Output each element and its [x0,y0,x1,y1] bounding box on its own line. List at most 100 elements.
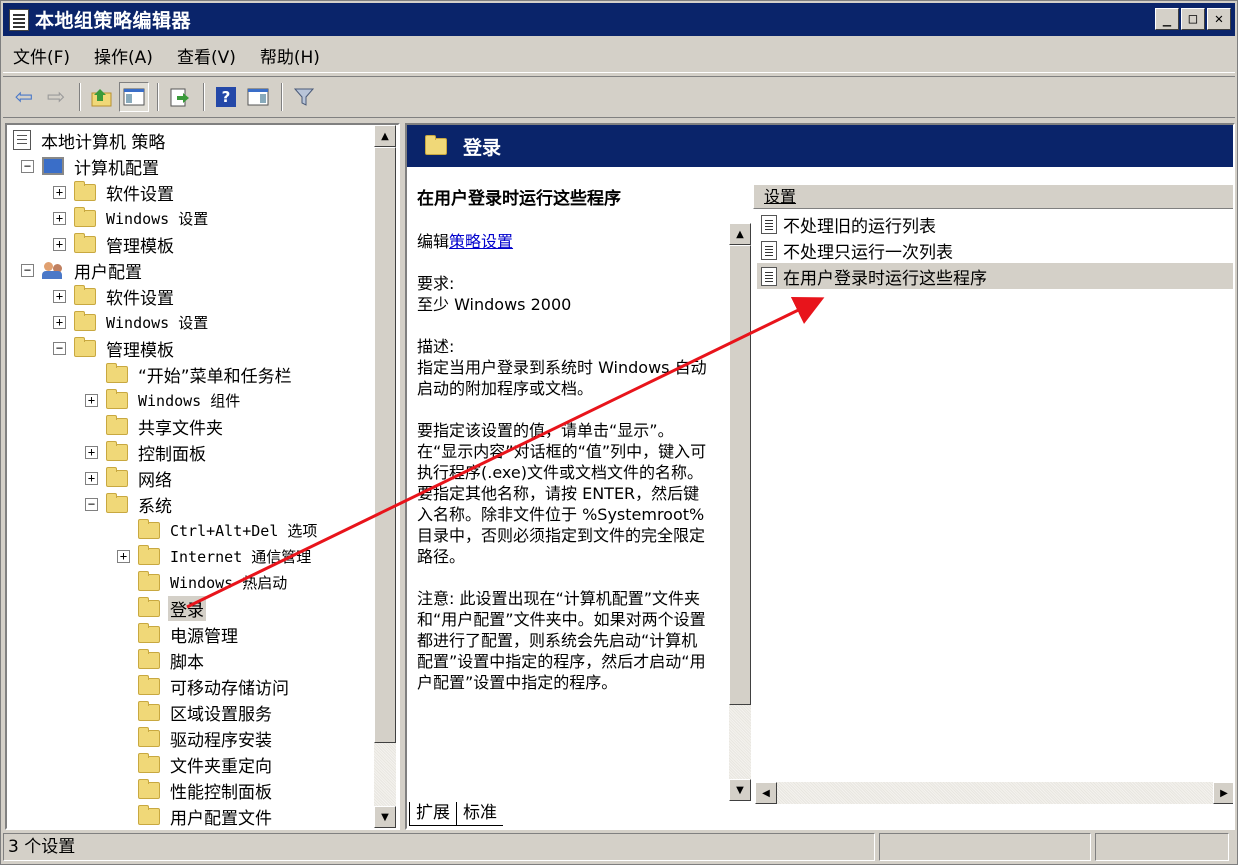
tree-node-user-config[interactable]: − 用户配置 [7,257,375,283]
toolbar: ⇦ ⇨ ? [3,76,1235,118]
folder-icon [138,700,160,721]
tree-node-user-profiles[interactable]: 用户配置文件 [7,803,375,828]
settings-list[interactable]: 设置 不处理旧的运行列表 不处理只运行一次列表 在用户登录时运行这些程序 ◀ ▶ [753,181,1233,804]
maximize-button[interactable]: □ [1181,8,1205,30]
list-horizontal-scrollbar[interactable]: ◀ ▶ [755,782,1233,804]
tree-node-cc-windows[interactable]: + Windows 设置 [7,205,375,231]
tree-node-cc-admin[interactable]: + 管理模板 [7,231,375,257]
tree-node-shared-folders[interactable]: 共享文件夹 [7,413,375,439]
folder-icon [138,570,160,591]
tree-node-uc-windows[interactable]: + Windows 设置 [7,309,375,335]
up-one-level-button[interactable] [87,82,117,112]
setting-row[interactable]: 不处理只运行一次列表 [757,237,1233,263]
tree-node-start-menu[interactable]: “开始”菜单和任务栏 [7,361,375,387]
console-tree[interactable]: 本地计算机 策略 − 计算机配置 + 软件设置 + Windows 设置 + 管… [5,123,400,830]
tree-node-driver-install[interactable]: 驱动程序安装 [7,725,375,751]
tab-standard[interactable]: 标准 [457,802,503,826]
requirements-text: 要求: 至少 Windows 2000 [417,274,572,314]
tree-node-computer-config[interactable]: − 计算机配置 [7,153,375,179]
close-button[interactable]: ✕ [1207,8,1231,30]
edit-prefix: 编辑 [417,232,450,251]
tab-extended[interactable]: 扩展 [409,802,457,826]
help-button[interactable]: ? [211,82,241,112]
folder-icon [106,466,128,487]
forward-button[interactable]: ⇨ [41,82,71,112]
setting-row-selected[interactable]: 在用户登录时运行这些程序 [757,263,1233,289]
tree-node-root[interactable]: 本地计算机 策略 [7,127,375,153]
tree-node-windows-hotstart[interactable]: Windows 热启动 [7,569,375,595]
policy-settings-link[interactable]: 策略设置 [449,232,513,251]
expand-toggle[interactable]: + [85,471,98,485]
folder-icon [138,804,160,825]
menu-bar: 文件(F) 操作(A) 查看(V) 帮助(H) [3,39,1235,73]
expand-toggle[interactable]: + [53,289,66,303]
scroll-up-button[interactable]: ▲ [374,125,396,147]
folder-icon [106,414,128,435]
setting-name: 在用户登录时运行这些程序 [783,268,987,289]
tree-node-system[interactable]: − 系统 [7,491,375,517]
scroll-right-button[interactable]: ▶ [1213,782,1233,804]
collapse-toggle[interactable]: − [85,497,98,511]
folder-icon [106,388,128,409]
tree-node-network[interactable]: + 网络 [7,465,375,491]
tree-node-power[interactable]: 电源管理 [7,621,375,647]
tree-node-removable-storage[interactable]: 可移动存储访问 [7,673,375,699]
expand-toggle[interactable]: + [53,185,66,199]
minimize-button[interactable]: _ [1155,8,1179,30]
title-bar[interactable]: 本地组策略编辑器 _ □ ✕ [3,3,1235,36]
toolbar-separator [281,83,283,111]
tree-label: 区域设置服务 [170,704,272,725]
setting-row[interactable]: 不处理旧的运行列表 [757,211,1233,237]
scroll-thumb[interactable] [729,245,751,705]
scroll-down-button[interactable]: ▼ [729,779,751,801]
description-scrollbar[interactable]: ▲ ▼ [729,223,751,801]
tree-node-logon[interactable]: 登录 [7,595,375,621]
menu-view[interactable]: 查看(V) [177,43,236,68]
scroll-up-button[interactable]: ▲ [729,223,751,245]
note-text: 注意: 此设置出现在“计算机配置”文件夹和“用户配置”文件夹中。如果对两个设置都… [417,589,706,692]
expand-toggle[interactable]: + [85,393,98,407]
help-icon: ? [216,87,236,107]
collapse-toggle[interactable]: − [53,341,66,355]
collapse-toggle[interactable]: − [21,263,34,277]
menu-action[interactable]: 操作(A) [94,43,153,68]
tree-node-scripts[interactable]: 脚本 [7,647,375,673]
tree-node-control-panel[interactable]: + 控制面板 [7,439,375,465]
tree-node-uc-software[interactable]: + 软件设置 [7,283,375,309]
tree-label: 计算机配置 [74,158,159,179]
expand-toggle[interactable]: + [117,549,130,563]
folder-up-icon [91,89,112,107]
tree-node-ctrl-alt-del[interactable]: Ctrl+Alt+Del 选项 [7,517,375,543]
tree-node-folder-redirection[interactable]: 文件夹重定向 [7,751,375,777]
collapse-toggle[interactable]: − [21,159,34,173]
scroll-down-button[interactable]: ▼ [374,806,396,828]
filter-button[interactable] [289,82,319,112]
tree-label: Internet 通信管理 [170,547,312,566]
tree-label: 性能控制面板 [170,782,272,803]
menu-file[interactable]: 文件(F) [13,43,70,68]
folder-icon [138,674,160,695]
status-bar: 3 个设置 [3,833,1235,863]
tree-node-cc-software[interactable]: + 软件设置 [7,179,375,205]
folder-icon [74,310,96,331]
column-header-setting[interactable]: 设置 [753,185,1233,209]
show-hide-action-pane-button[interactable] [243,82,273,112]
tree-node-locale-services[interactable]: 区域设置服务 [7,699,375,725]
export-list-button[interactable] [165,82,195,112]
expand-toggle[interactable]: + [53,237,66,251]
tree-label: 用户配置 [74,262,142,283]
tree-node-internet-comm[interactable]: + Internet 通信管理 [7,543,375,569]
scroll-thumb[interactable] [374,147,396,743]
tree-node-uc-admin[interactable]: − 管理模板 [7,335,375,361]
scroll-left-button[interactable]: ◀ [755,782,777,804]
expand-toggle[interactable]: + [85,445,98,459]
expand-toggle[interactable]: + [53,211,66,225]
tree-label: Windows 设置 [106,209,209,228]
tree-node-perf-control-panel[interactable]: 性能控制面板 [7,777,375,803]
show-hide-tree-button[interactable] [119,82,149,112]
back-button[interactable]: ⇦ [9,82,39,112]
expand-toggle[interactable]: + [53,315,66,329]
tree-scrollbar[interactable]: ▲ ▼ [374,125,396,828]
tree-node-windows-components[interactable]: + Windows 组件 [7,387,375,413]
menu-help[interactable]: 帮助(H) [260,43,320,68]
